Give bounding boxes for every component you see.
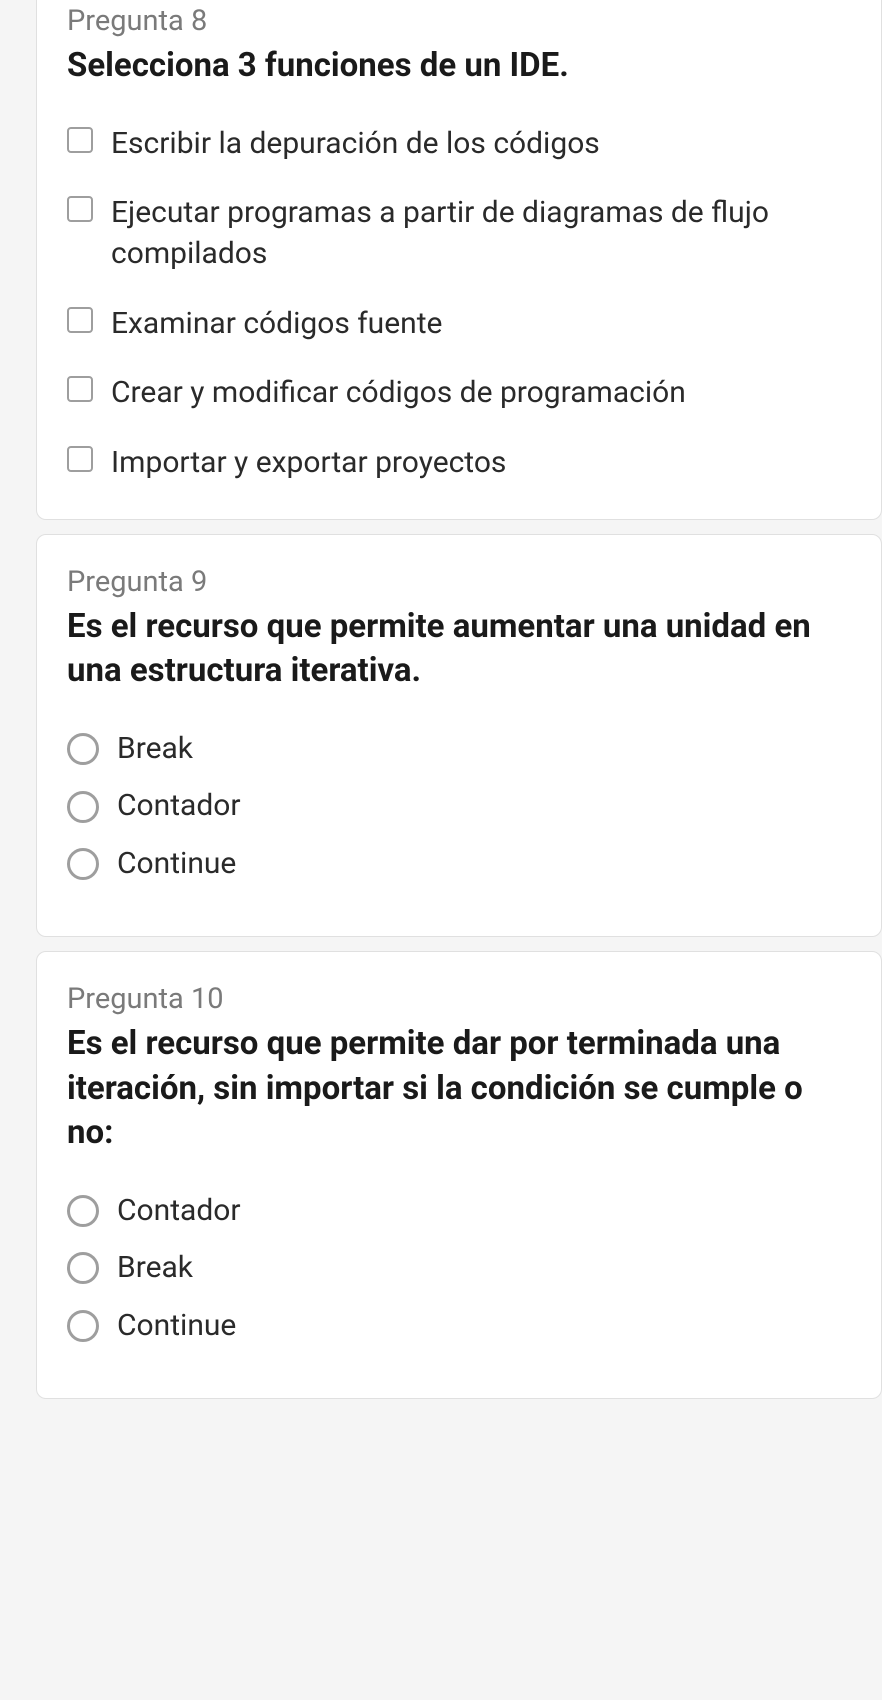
question-text: Es el recurso que permite aumentar una u…	[67, 605, 851, 694]
option-row: Continue	[67, 843, 851, 884]
option-label: Continue	[117, 1305, 236, 1346]
question-card-10: Pregunta 10 Es el recurso que permite da…	[36, 951, 882, 1399]
checkbox[interactable]	[67, 127, 93, 153]
option-row: Crear y modificar códigos de programació…	[67, 372, 851, 413]
radio[interactable]	[67, 1195, 99, 1227]
radio[interactable]	[67, 791, 99, 823]
radio[interactable]	[67, 733, 99, 765]
option-row: Importar y exportar proyectos	[67, 442, 851, 483]
option-row: Break	[67, 1247, 851, 1288]
checkbox[interactable]	[67, 376, 93, 402]
options-group: Escribir la depuración de los códigos Ej…	[67, 123, 851, 483]
option-label: Importar y exportar proyectos	[111, 442, 506, 483]
radio[interactable]	[67, 1310, 99, 1342]
option-label: Contador	[117, 1190, 241, 1231]
option-row: Ejecutar programas a partir de diagramas…	[67, 192, 851, 275]
option-row: Examinar códigos fuente	[67, 303, 851, 344]
radio[interactable]	[67, 848, 99, 880]
question-number: Pregunta 9	[67, 565, 851, 599]
radio[interactable]	[67, 1252, 99, 1284]
question-card-9: Pregunta 9 Es el recurso que permite aum…	[36, 534, 882, 937]
options-group: Contador Break Continue	[67, 1190, 851, 1346]
option-row: Contador	[67, 1190, 851, 1231]
option-row: Continue	[67, 1305, 851, 1346]
question-number: Pregunta 10	[67, 982, 851, 1016]
option-label: Ejecutar programas a partir de diagramas…	[111, 192, 851, 275]
option-label: Examinar códigos fuente	[111, 303, 442, 344]
option-row: Escribir la depuración de los códigos	[67, 123, 851, 164]
checkbox[interactable]	[67, 307, 93, 333]
option-label: Break	[117, 728, 193, 769]
option-label: Contador	[117, 785, 241, 826]
option-label: Escribir la depuración de los códigos	[111, 123, 600, 164]
option-label: Break	[117, 1247, 193, 1288]
question-text: Es el recurso que permite dar por termin…	[67, 1022, 851, 1156]
question-text: Selecciona 3 funciones de un IDE.	[67, 44, 851, 89]
question-number: Pregunta 8	[67, 4, 851, 38]
option-row: Contador	[67, 785, 851, 826]
option-label: Crear y modificar códigos de programació…	[111, 372, 686, 413]
option-row: Break	[67, 728, 851, 769]
question-card-8: Pregunta 8 Selecciona 3 funciones de un …	[36, 0, 882, 520]
options-group: Break Contador Continue	[67, 728, 851, 884]
checkbox[interactable]	[67, 196, 93, 222]
option-label: Continue	[117, 843, 236, 884]
checkbox[interactable]	[67, 446, 93, 472]
